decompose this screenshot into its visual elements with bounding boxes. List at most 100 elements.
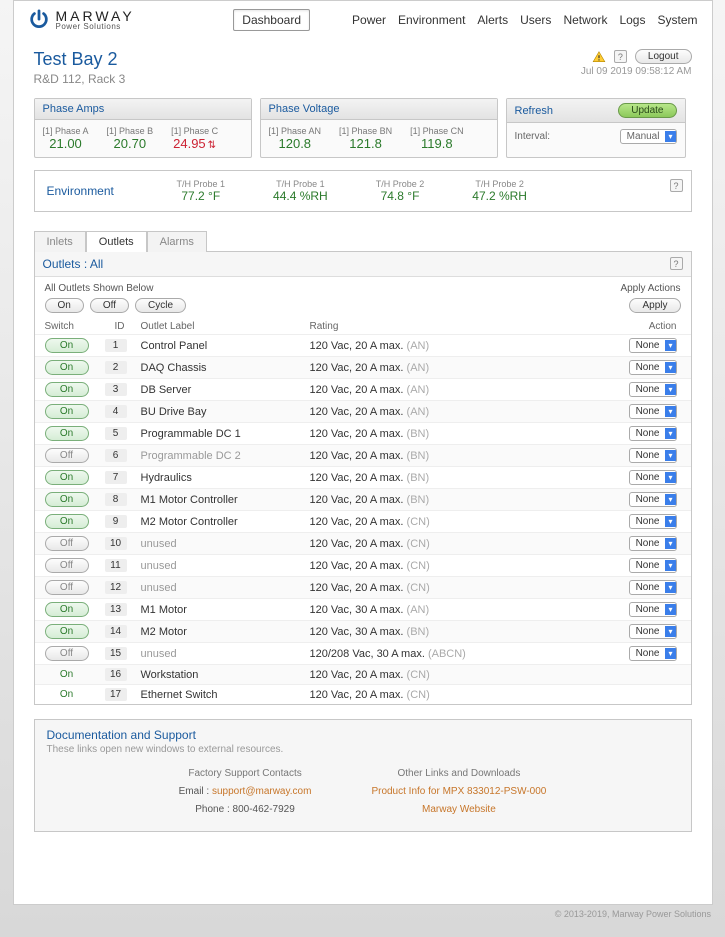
outlet-label: M2 Motor <box>141 626 187 638</box>
outlets-panel: Outlets : All ? All Outlets Shown Below … <box>34 251 692 705</box>
nav-alerts[interactable]: Alerts <box>477 13 508 27</box>
outlet-action-select[interactable]: None▾ <box>629 426 677 441</box>
outlet-row: On1Control Panel120 Vac, 20 A max. (AN)N… <box>35 334 691 356</box>
outlet-label: BU Drive Bay <box>141 406 207 418</box>
outlet-switch-button[interactable]: On <box>45 602 89 617</box>
outlet-switch-button[interactable]: Off <box>45 448 89 463</box>
outlet-switch-button[interactable]: Off <box>45 558 89 573</box>
outlet-rating: 120 Vac, 20 A max. <box>310 538 404 550</box>
logout-button[interactable]: Logout <box>635 49 692 64</box>
outlet-switch-button[interactable]: Off <box>45 580 89 595</box>
nav-system[interactable]: System <box>657 13 697 27</box>
help-icon[interactable]: ? <box>670 179 683 192</box>
tab-inlets[interactable]: Inlets <box>34 231 86 252</box>
outlet-phase: (CN) <box>407 516 430 528</box>
nav-users[interactable]: Users <box>520 13 551 27</box>
col-id: ID <box>105 321 135 332</box>
outlet-action-select[interactable]: None▾ <box>629 536 677 551</box>
outlet-label: M1 Motor <box>141 604 187 616</box>
outlet-id: 8 <box>105 493 127 506</box>
environment-panel: Environment T/H Probe 177.2 °FT/H Probe … <box>34 170 692 212</box>
outlet-phase: (AN) <box>407 362 430 374</box>
nav-logs[interactable]: Logs <box>619 13 645 27</box>
outlet-switch-button[interactable]: Off <box>45 536 89 551</box>
outlet-rating: 120 Vac, 20 A max. <box>310 362 404 374</box>
outlet-row: Off15unused120/208 Vac, 30 A max. (ABCN)… <box>35 642 691 664</box>
help-icon[interactable]: ? <box>670 257 683 270</box>
col-label: Outlet Label <box>135 321 310 332</box>
outlet-switch-button[interactable]: Off <box>45 646 89 661</box>
interval-select[interactable]: Manual▾ <box>620 129 677 144</box>
outlet-action-select[interactable]: None▾ <box>629 360 677 375</box>
outlet-switch-button[interactable]: On <box>45 492 89 507</box>
batch-on-button[interactable]: On <box>45 298 84 313</box>
outlet-action-select[interactable]: None▾ <box>629 580 677 595</box>
timestamp: Jul 09 2019 09:58:12 AM <box>581 66 692 77</box>
outlet-action-select[interactable]: None▾ <box>629 404 677 419</box>
batch-off-button[interactable]: Off <box>90 298 129 313</box>
outlet-switch-button[interactable]: On <box>45 470 89 485</box>
outlet-id: 13 <box>105 603 127 616</box>
outlet-id: 17 <box>105 688 127 701</box>
apply-button[interactable]: Apply <box>629 298 680 313</box>
outlet-action-select[interactable]: None▾ <box>629 558 677 573</box>
outlet-label: Control Panel <box>141 340 208 352</box>
outlet-rating: 120 Vac, 20 A max. <box>310 406 404 418</box>
outlet-switch-state: On <box>45 689 89 700</box>
support-hdr: Factory Support Contacts <box>179 765 312 783</box>
outlet-action-select[interactable]: None▾ <box>629 602 677 617</box>
nav-dashboard[interactable]: Dashboard <box>233 9 310 31</box>
links-hdr: Other Links and Downloads <box>371 765 546 783</box>
outlet-row: On4BU Drive Bay120 Vac, 20 A max. (AN)No… <box>35 400 691 422</box>
interval-label: Interval: <box>515 131 551 142</box>
col-action: Action <box>540 321 681 332</box>
outlet-action-select[interactable]: None▾ <box>629 646 677 661</box>
outlet-label: Programmable DC 2 <box>141 450 241 462</box>
outlet-phase: (BN) <box>407 626 430 638</box>
nav-environment[interactable]: Environment <box>398 13 465 27</box>
nav-network[interactable]: Network <box>563 13 607 27</box>
col-switch: Switch <box>45 321 105 332</box>
outlet-id: 4 <box>105 405 127 418</box>
outlet-action-select[interactable]: None▾ <box>629 514 677 529</box>
outlet-switch-button[interactable]: On <box>45 382 89 397</box>
outlet-phase: (CN) <box>407 669 430 681</box>
outlet-phase: (BN) <box>407 472 430 484</box>
outlet-switch-state: On <box>45 669 89 680</box>
support-phone: 800-462-7929 <box>233 804 295 815</box>
help-icon[interactable]: ? <box>614 50 627 63</box>
outlet-switch-button[interactable]: On <box>45 338 89 353</box>
outlet-row: On3DB Server120 Vac, 20 A max. (AN)None▾ <box>35 378 691 400</box>
tab-alarms[interactable]: Alarms <box>147 231 207 252</box>
outlet-action-select[interactable]: None▾ <box>629 492 677 507</box>
batch-label: All Outlets Shown Below <box>45 283 187 294</box>
docs-panel: Documentation and Support These links op… <box>34 719 692 832</box>
brand-name: MARWAY <box>56 9 135 23</box>
outlet-label: unused <box>141 538 177 550</box>
outlet-switch-button[interactable]: On <box>45 624 89 639</box>
outlet-switch-button[interactable]: On <box>45 514 89 529</box>
docs-sub: These links open new windows to external… <box>47 744 679 755</box>
outlet-action-select[interactable]: None▾ <box>629 470 677 485</box>
outlet-switch-button[interactable]: On <box>45 426 89 441</box>
product-info-link[interactable]: Product Info for MPX 833012-PSW-000 <box>371 786 546 797</box>
update-button[interactable]: Update <box>618 103 676 118</box>
batch-cycle-button[interactable]: Cycle <box>135 298 186 313</box>
nav-power[interactable]: Power <box>352 13 386 27</box>
outlet-switch-button[interactable]: On <box>45 404 89 419</box>
outlet-rating: 120 Vac, 20 A max. <box>310 384 404 396</box>
outlet-label: Workstation <box>141 669 199 681</box>
env-metric: T/H Probe 144.4 %RH <box>273 179 328 203</box>
outlet-action-select[interactable]: None▾ <box>629 382 677 397</box>
tab-outlets[interactable]: Outlets <box>86 231 147 252</box>
brand-sub: Power Solutions <box>56 23 135 31</box>
support-email-link[interactable]: support@marway.com <box>212 786 311 797</box>
outlet-action-select[interactable]: None▾ <box>629 624 677 639</box>
outlet-row: On5Programmable DC 1120 Vac, 20 A max. (… <box>35 422 691 444</box>
outlet-label: Ethernet Switch <box>141 689 218 701</box>
outlet-switch-button[interactable]: On <box>45 360 89 375</box>
marway-site-link[interactable]: Marway Website <box>422 804 496 815</box>
outlet-action-select[interactable]: None▾ <box>629 448 677 463</box>
env-metric: T/H Probe 177.2 °F <box>177 179 226 203</box>
outlet-action-select[interactable]: None▾ <box>629 338 677 353</box>
